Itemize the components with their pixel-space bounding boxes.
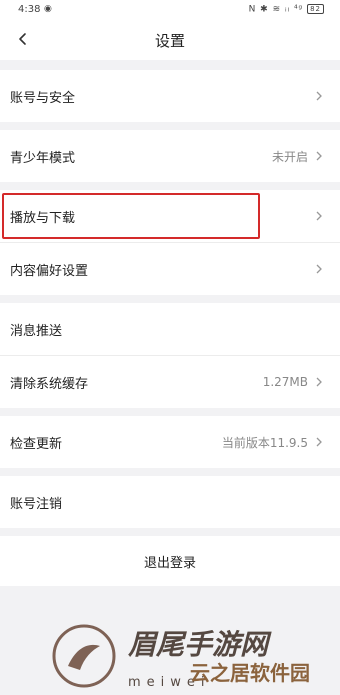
row-label: 账号注销 <box>10 496 63 512</box>
row-clear-cache[interactable]: 清除系统缓存 1.27MB <box>0 355 340 408</box>
row-label: 青少年模式 <box>10 150 76 166</box>
section-update: 检查更新 当前版本11.9.5 <box>0 416 340 468</box>
row-check-update[interactable]: 检查更新 当前版本11.9.5 <box>0 416 340 468</box>
row-label: 内容偏好设置 <box>10 263 89 279</box>
status-bar: 4:38 ◉ N ✱ ≋ ᵢₗ ⁴ᵍ 82 <box>0 0 340 20</box>
chevron-right-icon <box>316 211 322 221</box>
chevron-right-icon <box>316 264 322 274</box>
row-label: 账号与安全 <box>10 90 76 106</box>
watermark-text-1: 眉尾手游网 <box>128 628 272 661</box>
watermark: 眉尾手游网 meiwei 云之居软件园 <box>52 624 310 690</box>
watermark-text-2: 云之居软件园 <box>190 661 310 685</box>
section-account: 账号与安全 <box>0 70 340 122</box>
highlight-box <box>2 193 260 239</box>
battery-icon: 82 <box>307 4 324 14</box>
chevron-right-icon <box>316 151 322 161</box>
chevron-right-icon <box>316 437 322 447</box>
row-account-deregister[interactable]: 账号注销 <box>0 476 340 528</box>
section-playback: 播放与下载 内容偏好设置 <box>0 190 340 295</box>
row-playback-download[interactable]: 播放与下载 <box>0 190 340 242</box>
eye-icon: ◉ <box>44 4 52 14</box>
row-label: 检查更新 <box>10 436 63 452</box>
watermark-leaf-icon <box>68 644 100 670</box>
signal-icons: N ✱ ≋ ᵢₗ ⁴ᵍ <box>248 4 304 15</box>
row-label: 消息推送 <box>10 323 63 339</box>
logout-button[interactable]: 退出登录 <box>0 536 340 586</box>
section-deregister: 账号注销 <box>0 476 340 528</box>
row-label: 清除系统缓存 <box>10 376 89 392</box>
nav-bar: 设置 <box>0 20 340 60</box>
row-value: 1.27MB <box>262 375 308 389</box>
row-account-security[interactable]: 账号与安全 <box>0 70 340 122</box>
section-teen: 青少年模式 未开启 <box>0 130 340 182</box>
page-title: 设置 <box>154 32 185 50</box>
row-message-push[interactable]: 消息推送 <box>0 303 340 355</box>
row-teen-mode[interactable]: 青少年模式 未开启 <box>0 130 340 182</box>
row-value: 当前版本11.9.5 <box>221 435 308 450</box>
status-icons: N ✱ ≋ ᵢₗ ⁴ᵍ 82 <box>249 4 324 15</box>
row-value: 未开启 <box>271 149 308 164</box>
chevron-right-icon <box>316 377 322 387</box>
section-messages: 消息推送 清除系统缓存 1.27MB <box>0 303 340 408</box>
status-time: 4:38 <box>18 4 41 15</box>
chevron-right-icon <box>316 91 322 101</box>
row-content-preference[interactable]: 内容偏好设置 <box>0 242 340 295</box>
